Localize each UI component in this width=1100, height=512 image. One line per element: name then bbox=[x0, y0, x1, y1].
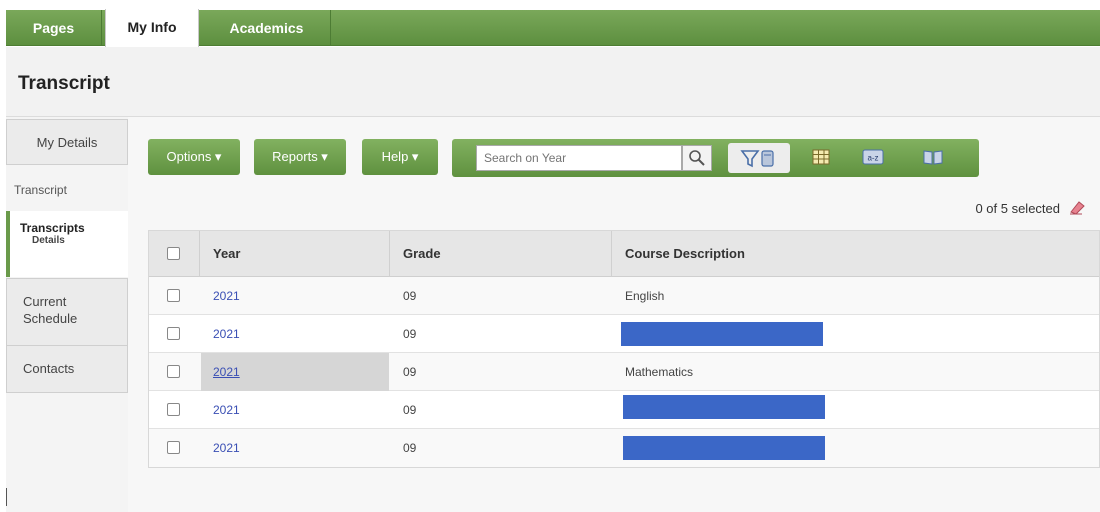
help-button[interactable]: Help ▾ bbox=[362, 139, 438, 175]
side-nav: My Details Transcript Transcripts Detail… bbox=[6, 117, 128, 512]
column-header-grade[interactable]: Grade bbox=[403, 231, 441, 277]
sidebar-section-transcript: Transcript bbox=[14, 183, 67, 197]
main-content: Options ▾ Reports ▾ Help ▾ a-z bbox=[128, 117, 1100, 512]
course-description-cell: English bbox=[625, 289, 665, 303]
table-row[interactable]: 2021 09 English bbox=[149, 277, 1099, 315]
svg-text:a-z: a-z bbox=[867, 154, 878, 163]
row-checkbox[interactable] bbox=[167, 403, 180, 416]
column-header-year[interactable]: Year bbox=[213, 231, 240, 277]
row-checkbox[interactable] bbox=[167, 327, 180, 340]
select-all-checkbox[interactable] bbox=[167, 247, 180, 260]
top-tab-bar: Pages My Info Academics bbox=[6, 9, 1100, 47]
sidebar-item-transcripts[interactable]: Transcripts Details bbox=[6, 211, 128, 277]
search-button[interactable] bbox=[682, 145, 712, 171]
grid-columns-icon[interactable] bbox=[812, 149, 830, 165]
eraser-icon[interactable] bbox=[1068, 199, 1086, 215]
redaction-block bbox=[623, 395, 825, 419]
grade-cell: 09 bbox=[403, 327, 417, 341]
table-row[interactable]: 2021 09 bbox=[149, 315, 1099, 353]
redaction-block bbox=[623, 436, 825, 460]
selection-count: 0 of 5 selected bbox=[975, 201, 1060, 216]
redaction-block bbox=[621, 322, 823, 346]
title-band: Transcript bbox=[6, 47, 1100, 117]
course-description-cell: Mathematics bbox=[625, 365, 694, 379]
book-icon[interactable] bbox=[922, 149, 944, 165]
search-toolbar: a-z bbox=[452, 139, 979, 177]
table-body: 2021 09 English 2021 09 2021 09 Mathemat… bbox=[149, 277, 1099, 467]
grade-cell: 09 bbox=[403, 365, 417, 379]
row-checkbox[interactable] bbox=[167, 441, 180, 454]
grade-cell: 09 bbox=[403, 441, 417, 455]
year-link[interactable]: 2021 bbox=[213, 315, 240, 353]
sort-az-icon[interactable]: a-z bbox=[862, 149, 884, 165]
sidebar-item-my-details[interactable]: My Details bbox=[6, 119, 128, 165]
text-cursor-mark bbox=[6, 488, 7, 506]
year-link[interactable]: 2021 bbox=[213, 277, 240, 315]
year-link[interactable]: 2021 bbox=[213, 429, 240, 467]
table-row[interactable]: 2021 09 bbox=[149, 429, 1099, 467]
grade-cell: 09 bbox=[403, 289, 417, 303]
row-checkbox[interactable] bbox=[167, 289, 180, 302]
page-title: Transcript bbox=[18, 73, 110, 94]
sidebar-item-label: Current bbox=[23, 294, 67, 309]
sidebar-item-contacts[interactable]: Contacts bbox=[6, 345, 128, 393]
row-checkbox[interactable] bbox=[167, 365, 180, 378]
grade-cell: 09 bbox=[403, 403, 417, 417]
sidebar-subitem-details[interactable]: Details bbox=[32, 235, 128, 246]
column-header-course-description[interactable]: Course Description bbox=[625, 231, 745, 277]
tab-academics[interactable]: Academics bbox=[203, 10, 331, 46]
reports-button[interactable]: Reports ▾ bbox=[254, 139, 346, 175]
filter-icon bbox=[740, 150, 774, 168]
sidebar-item-current-schedule[interactable]: Current Schedule bbox=[6, 278, 128, 346]
tab-pages[interactable]: Pages bbox=[6, 10, 102, 46]
filter-button[interactable] bbox=[728, 143, 790, 173]
year-link[interactable]: 2021 bbox=[201, 353, 389, 391]
year-link[interactable]: 2021 bbox=[213, 391, 240, 429]
sidebar-item-label: Transcripts bbox=[20, 221, 85, 235]
options-button[interactable]: Options ▾ bbox=[148, 139, 240, 175]
transcript-table: Year Grade Course Description 2021 09 En… bbox=[148, 230, 1100, 468]
search-icon bbox=[689, 150, 705, 166]
sidebar-item-label: Schedule bbox=[23, 311, 78, 326]
table-row[interactable]: 2021 09 Mathematics bbox=[149, 353, 1099, 391]
table-row[interactable]: 2021 09 bbox=[149, 391, 1099, 429]
table-header: Year Grade Course Description bbox=[149, 231, 1099, 277]
search-input[interactable] bbox=[476, 145, 682, 171]
tab-my-info[interactable]: My Info bbox=[105, 9, 199, 47]
